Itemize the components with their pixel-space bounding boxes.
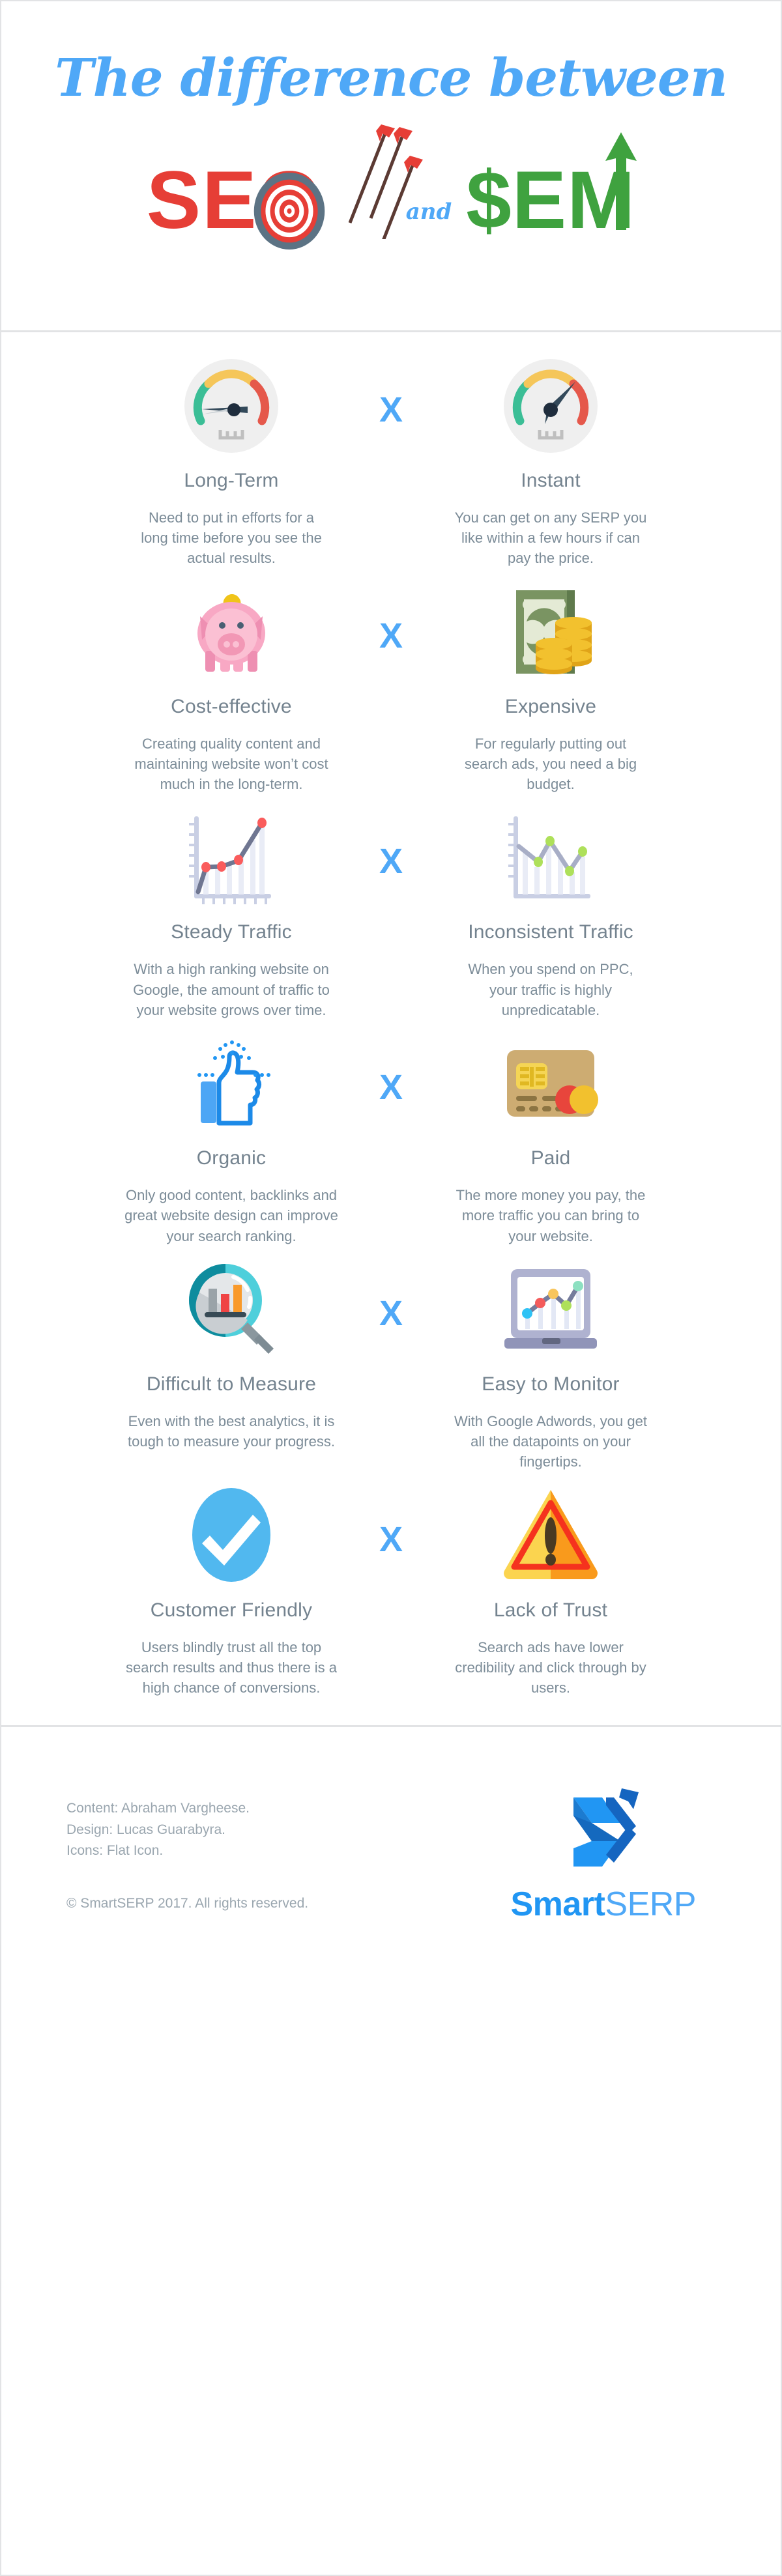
sem-column: Lack of Trust Search ads have lower cred… <box>414 1481 688 1698</box>
comparison-row: Steady Traffic With a high ranking websi… <box>1 803 781 1020</box>
title-acronyms: SEO and $EM <box>1 132 781 259</box>
copyright-notice: © SmartSERP 2017. All rights reserved. <box>66 1896 309 1911</box>
page-title: The difference between <box>55 47 728 108</box>
column-description: You can get on any SERP you like within … <box>454 509 647 567</box>
sem-column: Paid The more money you pay, the more tr… <box>414 1029 688 1246</box>
speedometer-slow-icon <box>94 352 368 459</box>
column-description: With Google Adwords, you get all the dat… <box>454 1412 647 1470</box>
column-description: Need to put in efforts for a long time b… <box>141 509 322 567</box>
column-title: Paid <box>530 1147 571 1169</box>
piggy-bank-icon <box>94 578 368 685</box>
volatile-line-chart-icon <box>414 803 688 911</box>
seo-column: Customer Friendly Users blindly trust al… <box>94 1481 368 1698</box>
credit-icons: Icons: Flat Icon. <box>66 1843 164 1859</box>
seo-column: Steady Traffic With a high ranking websi… <box>94 803 368 1020</box>
column-description: When you spend on PPC, your traffic is h… <box>468 961 633 1018</box>
column-title: Easy to Monitor <box>482 1373 620 1395</box>
and-label: and <box>405 199 452 225</box>
comparison-row: Difficult to Measure Even with the best … <box>1 1255 781 1472</box>
comparison-rows: Long-Term Need to put in efforts for a l… <box>1 332 781 1713</box>
column-description: Users blindly trust all the top search r… <box>125 1639 338 1696</box>
brand-name: SmartSERP <box>510 1885 696 1924</box>
infographic-page: The difference between SEO and $EM Long-… <box>0 0 782 2576</box>
sem-column: Expensive For regularly putting out sear… <box>414 578 688 795</box>
laptop-analytics-icon <box>414 1255 688 1363</box>
column-title: Expensive <box>504 695 597 717</box>
column-title: Instant <box>521 470 581 491</box>
column-title: Organic <box>196 1147 267 1169</box>
comparison-row: Long-Term Need to put in efforts for a l… <box>1 352 781 569</box>
smartserp-logo-icon <box>573 1788 639 1867</box>
warning-triangle-icon <box>414 1481 688 1589</box>
column-title: Steady Traffic <box>171 921 292 943</box>
sem-column: Inconsistent Traffic When you spend on P… <box>414 803 688 1020</box>
comparison-row: Cost-effective Creating quality content … <box>1 578 781 795</box>
brand-name-first: Smart <box>510 1885 605 1924</box>
credits-block: Content: Abraham Vargheese. Design: Luca… <box>66 1798 308 1862</box>
row-separator: X <box>379 842 403 881</box>
row-separator: X <box>379 1519 403 1559</box>
row-separator: X <box>379 1293 403 1333</box>
header: The difference between SEO and $EM <box>1 1 781 332</box>
rising-line-chart-icon <box>94 803 368 911</box>
column-description: For regularly putting out search ads, yo… <box>464 735 637 793</box>
seo-column: Cost-effective Creating quality content … <box>94 578 368 795</box>
column-description: The more money you pay, the more traffic… <box>456 1187 646 1244</box>
brand-name-second: SERP <box>605 1885 696 1924</box>
target-bullseye-icon <box>253 172 325 250</box>
column-description: Only good content, backlinks and great w… <box>124 1187 338 1244</box>
footer-credits: Content: Abraham Vargheese. Design: Luca… <box>66 1798 308 1911</box>
check-circle-icon <box>94 1481 368 1589</box>
column-title: Customer Friendly <box>150 1599 313 1621</box>
thumbs-up-icon <box>94 1029 368 1137</box>
column-description: Search ads have lower credibility and cl… <box>455 1639 646 1696</box>
magnifier-bar-chart-icon <box>94 1255 368 1363</box>
column-title: Long-Term <box>184 470 279 491</box>
speedometer-fast-icon <box>414 352 688 459</box>
credit-card-icon <box>414 1029 688 1137</box>
row-separator: X <box>379 1068 403 1108</box>
comparison-row: Organic Only good content, backlinks and… <box>1 1029 781 1246</box>
credit-content: Content: Abraham Vargheese. <box>66 1801 250 1816</box>
credit-design: Design: Lucas Guarabyra. <box>66 1822 225 1837</box>
comparison-row: Customer Friendly Users blindly trust al… <box>1 1481 781 1698</box>
sem-column: Instant You can get on any SERP you like… <box>414 352 688 569</box>
column-title: Difficult to Measure <box>146 1373 317 1395</box>
brand-block: SmartSERP <box>510 1786 716 1924</box>
growth-arrow-icon <box>605 132 637 230</box>
column-title: Lack of Trust <box>493 1599 608 1621</box>
seo-column: Organic Only good content, backlinks and… <box>94 1029 368 1246</box>
seo-word: SEO <box>147 160 325 250</box>
row-separator: X <box>379 616 403 655</box>
column-title: Cost-effective <box>171 695 292 717</box>
column-description: Creating quality content and maintaining… <box>134 735 328 793</box>
seo-column: Difficult to Measure Even with the best … <box>94 1255 368 1452</box>
column-description: With a high ranking website on Google, t… <box>133 961 330 1018</box>
money-coins-icon <box>414 578 688 685</box>
column-description: Even with the best analytics, it is toug… <box>128 1412 335 1450</box>
seo-column: Long-Term Need to put in efforts for a l… <box>94 352 368 569</box>
row-separator: X <box>379 390 403 429</box>
sem-word: $EM <box>466 132 637 241</box>
sem-column: Easy to Monitor With Google Adwords, you… <box>414 1255 688 1472</box>
column-title: Inconsistent Traffic <box>468 921 633 943</box>
footer: Content: Abraham Vargheese. Design: Luca… <box>1 1725 781 1982</box>
